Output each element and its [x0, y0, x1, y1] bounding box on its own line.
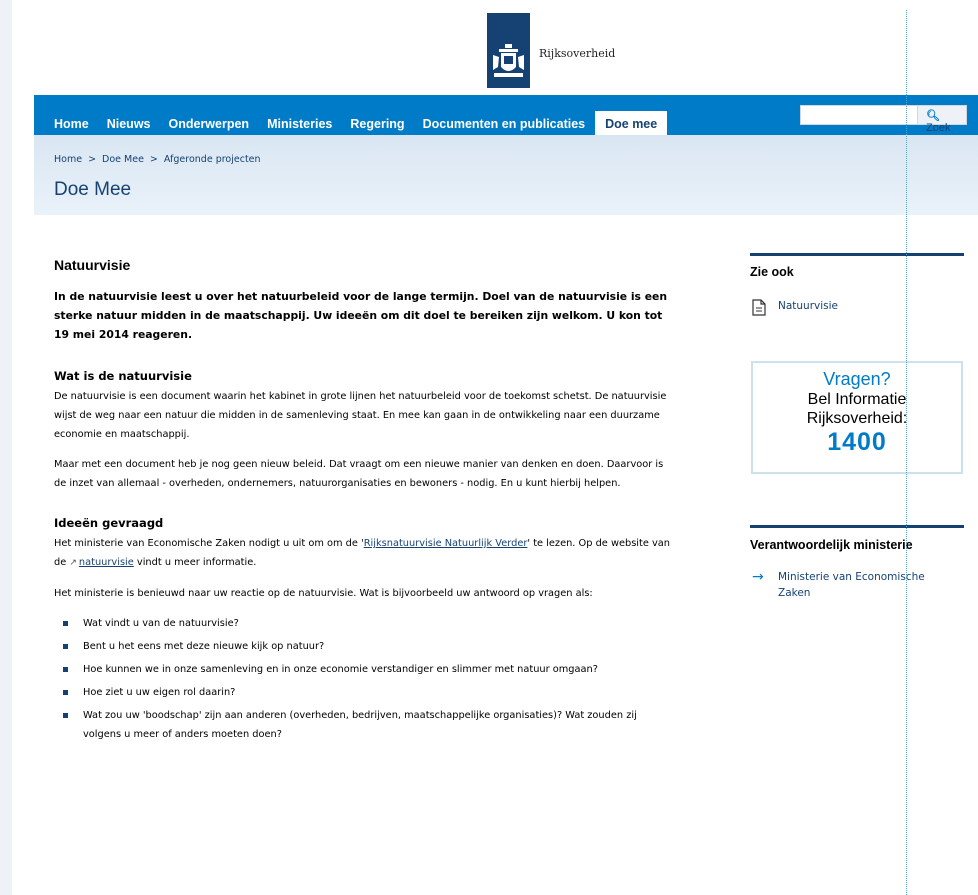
ministerie-link-label: Ministerie van Economische Zaken [778, 571, 925, 599]
question-list: Wat vindt u van de natuurvisie? Bent u h… [54, 614, 674, 744]
paragraph: De natuurvisie is een document waarin he… [54, 391, 667, 440]
paragraph: Het ministerie is benieuwd naar uw react… [54, 588, 593, 599]
article-title: Natuurvisie [54, 257, 131, 273]
rijksnatuurvisie-link[interactable]: Rijksnatuurvisie Natuurlijk Verder [364, 538, 528, 549]
contact-line: Bel Informatie [807, 391, 907, 408]
search-input[interactable] [800, 105, 918, 125]
list-item: Wat zou uw 'boodschap' zijn aan anderen … [54, 706, 674, 744]
nav-item-doe-mee[interactable]: Doe mee [595, 111, 668, 138]
contact-line: Rijksoverheid: [806, 410, 908, 427]
page-title: Doe Mee [54, 179, 132, 200]
zie-ook-link-label: Natuurvisie [778, 300, 839, 312]
logo-text: Rijksoverheid [539, 47, 616, 60]
page-banner: Home > Doe Mee > Afgeronde projecten Doe Mee [34, 135, 978, 215]
list-item: Wat vindt u van de natuurvisie? [54, 614, 674, 633]
breadcrumb-afgeronde-projecten: Afgeronde projecten [163, 154, 261, 165]
article-intro: In de natuurvisie leest u over het natuu… [54, 290, 668, 341]
section-heading: Ideeën gevraagd [54, 516, 164, 530]
breadcrumb: Home > Doe Mee > Afgeronde projecten [54, 154, 261, 165]
breadcrumb-doe-mee[interactable]: Doe Mee [102, 154, 144, 165]
ministerie-title: Verantwoordelijk ministerie [750, 538, 913, 552]
text: vindt u meer informatie. [133, 557, 257, 568]
crest-icon [493, 44, 524, 77]
text: Het ministerie van Economische Zaken nod… [54, 538, 364, 549]
natuurvisie-link[interactable]: natuurvisie [79, 557, 134, 568]
breadcrumb-separator: > [88, 154, 97, 165]
list-item: Hoe kunnen we in onze samenleving en in … [54, 660, 674, 679]
paragraph: Het ministerie van Economische Zaken nod… [54, 534, 674, 573]
zie-ook-title: Zie ook [750, 265, 794, 279]
contact-title: Vragen? [823, 369, 891, 389]
main-navigation: Home Nieuws Onderwerpen Ministeries Rege… [34, 95, 978, 138]
list-item: Bent u het eens met deze nieuwe kijk op … [54, 637, 674, 656]
paragraph: Maar met een document heb je nog geen ni… [54, 459, 664, 489]
left-margin-strip [0, 0, 12, 895]
breadcrumb-home[interactable]: Home [54, 154, 82, 165]
search-button-label: Zoek [926, 122, 951, 134]
ministerie-link[interactable]: → Ministerie van Economische Zaken [752, 569, 960, 601]
external-link-icon: ↗ [69, 558, 77, 568]
guide-line [906, 10, 907, 895]
breadcrumb-separator: > [149, 154, 158, 165]
list-item: Hoe ziet u uw eigen rol daarin? [54, 683, 674, 702]
section-heading: Wat is de natuurvisie [54, 369, 192, 383]
logo[interactable] [487, 13, 530, 88]
contact-box: Vragen? Bel Informatie Rijksoverheid: 14… [751, 361, 963, 474]
zie-ook-link[interactable]: Natuurvisie [752, 299, 838, 316]
sidebar-divider [750, 525, 964, 528]
search-button[interactable]: 🔍︎Zoek [917, 105, 967, 134]
main-content: Natuurvisie In de natuurvisie leest u ov… [54, 257, 674, 748]
arrow-right-icon: → [752, 569, 764, 585]
sidebar-divider [750, 253, 964, 256]
contact-phone-number[interactable]: 1400 [753, 428, 961, 456]
document-icon [752, 299, 766, 316]
search-icon: 🔍︎ [926, 110, 940, 122]
